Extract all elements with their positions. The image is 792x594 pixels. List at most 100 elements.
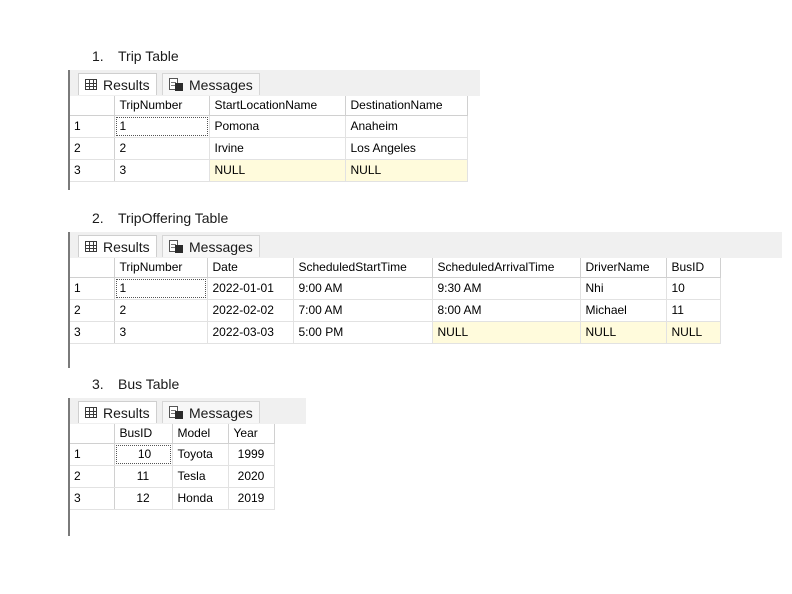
section-heading-tripoffering: 2. TripOffering Table (92, 210, 228, 226)
tab-messages[interactable]: Messages (162, 73, 260, 95)
grid-cell[interactable]: 11 (114, 465, 173, 488)
row-number[interactable]: 2 (70, 465, 115, 488)
column-header[interactable]: Model (172, 424, 229, 444)
grid-icon (85, 241, 97, 252)
column-header[interactable]: ScheduledStartTime (293, 258, 433, 278)
grid-cell[interactable]: 2020 (228, 465, 275, 488)
results-grid-area: TripNumber Date ScheduledStartTime Sched… (70, 258, 782, 368)
grid-cell[interactable]: 9:00 AM (293, 277, 433, 300)
grid-icon (85, 407, 97, 418)
tab-messages[interactable]: Messages (162, 235, 260, 257)
grid-cell-null[interactable]: NULL (432, 321, 581, 344)
header-row: TripNumber StartLocationName Destination… (70, 96, 468, 116)
grid-cell[interactable]: 2022-02-02 (207, 299, 294, 322)
header-row: TripNumber Date ScheduledStartTime Sched… (70, 258, 721, 278)
grid-cell[interactable]: 2019 (228, 487, 275, 510)
table-row: 3 3 2022-03-03 5:00 PM NULL NULL NULL (70, 321, 721, 344)
grid-cell[interactable]: 7:00 AM (293, 299, 433, 322)
tab-messages-label: Messages (189, 76, 253, 93)
grid-cell-null[interactable]: NULL (666, 321, 721, 344)
grid-cell[interactable]: Nhi (580, 277, 667, 300)
grid-cell-null[interactable]: NULL (345, 159, 468, 182)
grid-cell-null[interactable]: NULL (580, 321, 667, 344)
results-grid: BusID Model Year 1 10 Toyota 1999 2 11 T… (70, 424, 275, 510)
messages-icon (169, 240, 183, 253)
row-number[interactable]: 1 (70, 443, 115, 466)
column-header[interactable]: DestinationName (345, 96, 468, 116)
tab-results-label: Results (103, 76, 150, 93)
result-tabs: Results Messages (70, 398, 306, 424)
column-header[interactable]: BusID (114, 424, 173, 444)
grid-cell[interactable]: 2022-03-03 (207, 321, 294, 344)
section-number: 3. (92, 376, 104, 392)
row-number[interactable]: 1 (70, 277, 115, 300)
tab-results[interactable]: Results (78, 235, 157, 257)
section-number: 2. (92, 210, 104, 226)
grid-cell[interactable]: 3 (114, 321, 208, 344)
column-header[interactable]: DriverName (580, 258, 667, 278)
tab-results[interactable]: Results (78, 73, 157, 95)
grid-cell[interactable]: Irvine (209, 137, 346, 160)
section-title: Trip Table (118, 48, 179, 64)
row-number[interactable]: 2 (70, 299, 115, 322)
grid-cell[interactable]: 2 (114, 137, 210, 160)
results-grid-area: TripNumber StartLocationName Destination… (70, 96, 480, 190)
grid-cell[interactable]: Anaheim (345, 115, 468, 138)
tab-results-label: Results (103, 238, 150, 255)
messages-icon (169, 78, 183, 91)
row-number[interactable]: 1 (70, 115, 115, 138)
grid-cell[interactable]: 3 (114, 159, 210, 182)
tab-results-label: Results (103, 404, 150, 421)
cell-value: 1 (115, 278, 206, 298)
cell-value: 10 (115, 444, 171, 464)
section-title: TripOffering Table (118, 210, 229, 226)
grid-cell[interactable]: 12 (114, 487, 173, 510)
grid-cell-selected[interactable]: 1 (114, 115, 210, 138)
corner-header (70, 96, 115, 116)
row-number[interactable]: 2 (70, 137, 115, 160)
grid-cell[interactable]: Pomona (209, 115, 346, 138)
grid-cell[interactable]: 8:00 AM (432, 299, 581, 322)
table-row: 2 11 Tesla 2020 (70, 465, 275, 488)
grid-cell-null[interactable]: NULL (209, 159, 346, 182)
grid-cell[interactable]: Honda (172, 487, 229, 510)
table-row: 3 12 Honda 2019 (70, 487, 275, 510)
grid-cell[interactable]: 5:00 PM (293, 321, 433, 344)
grid-cell[interactable]: 11 (666, 299, 721, 322)
column-header[interactable]: ScheduledArrivalTime (432, 258, 581, 278)
table-row: 2 2 Irvine Los Angeles (70, 137, 468, 160)
grid-cell[interactable]: 9:30 AM (432, 277, 581, 300)
table-row: 2 2 2022-02-02 7:00 AM 8:00 AM Michael 1… (70, 299, 721, 322)
grid-cell-selected[interactable]: 1 (114, 277, 208, 300)
column-header[interactable]: Year (228, 424, 275, 444)
grid-cell[interactable]: 1999 (228, 443, 275, 466)
column-header[interactable]: BusID (666, 258, 721, 278)
corner-header (70, 424, 115, 444)
corner-header (70, 258, 115, 278)
results-panel-bus: Results Messages BusID Model Year 1 10 T… (68, 398, 306, 536)
column-header[interactable]: TripNumber (114, 258, 208, 278)
messages-icon (169, 406, 183, 419)
tab-results[interactable]: Results (78, 401, 157, 423)
section-number: 1. (92, 48, 104, 64)
grid-cell[interactable]: Tesla (172, 465, 229, 488)
grid-icon (85, 79, 97, 90)
grid-cell[interactable]: 2 (114, 299, 208, 322)
tab-messages[interactable]: Messages (162, 401, 260, 423)
grid-cell[interactable]: Los Angeles (345, 137, 468, 160)
row-number[interactable]: 3 (70, 487, 115, 510)
tab-messages-label: Messages (189, 404, 253, 421)
row-number[interactable]: 3 (70, 159, 115, 182)
grid-cell[interactable]: Toyota (172, 443, 229, 466)
table-row: 3 3 NULL NULL (70, 159, 468, 182)
column-header[interactable]: StartLocationName (209, 96, 346, 116)
grid-cell[interactable]: 2022-01-01 (207, 277, 294, 300)
grid-cell-selected[interactable]: 10 (114, 443, 173, 466)
grid-cell[interactable]: 10 (666, 277, 721, 300)
grid-cell[interactable]: Michael (580, 299, 667, 322)
result-tabs: Results Messages (70, 70, 480, 96)
result-tabs: Results Messages (70, 232, 782, 258)
row-number[interactable]: 3 (70, 321, 115, 344)
column-header[interactable]: TripNumber (114, 96, 210, 116)
column-header[interactable]: Date (207, 258, 294, 278)
